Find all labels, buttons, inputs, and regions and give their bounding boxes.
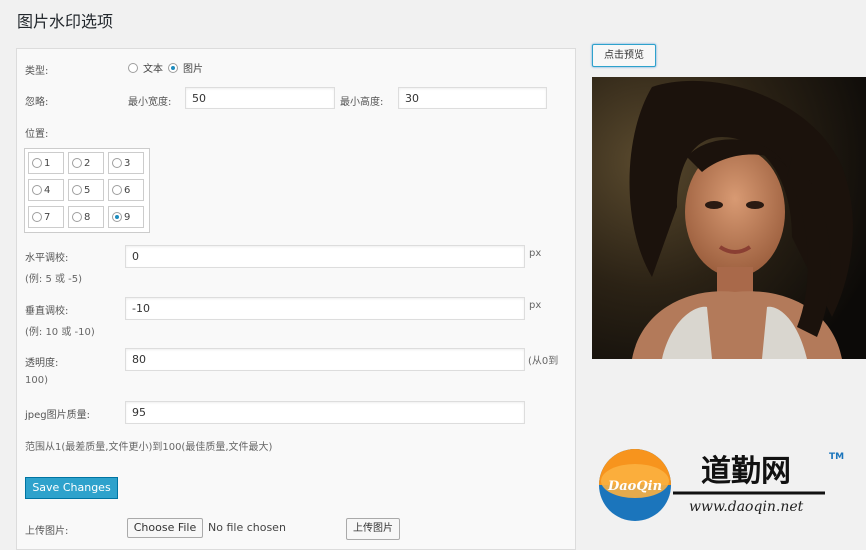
opacity-hint-a: (从0到 [528, 356, 559, 367]
opacity-input[interactable] [125, 348, 525, 371]
position-label-3: 3 [124, 157, 131, 169]
type-radio-image[interactable] [168, 62, 178, 73]
position-radio-6[interactable] [112, 185, 122, 195]
position-label-1: 1 [44, 157, 51, 169]
save-changes-button[interactable]: Save Changes [25, 477, 118, 499]
daoqin-logo-icon: DaoQin 道勤网 TM www.daoqin.net [599, 449, 844, 521]
type-option-text: 文本 [143, 64, 163, 75]
logo-badge-text: DaoQin [607, 479, 662, 494]
position-radio-7[interactable] [32, 212, 42, 222]
upload-label: 上传图片: [25, 526, 69, 537]
v-adjust-hint: (例: 10 或 -10) [25, 327, 95, 338]
logo-url-text: www.daoqin.net [689, 499, 804, 515]
type-radio-text[interactable] [128, 62, 138, 73]
logo-tm: TM [829, 452, 844, 462]
position-radio-3[interactable] [112, 158, 122, 168]
type-label: 类型: [25, 66, 49, 77]
ignore-label: 忽略: [25, 97, 49, 108]
h-adjust-label: 水平调校: [25, 253, 69, 264]
v-adjust-unit: px [529, 300, 542, 311]
position-radio-5[interactable] [72, 185, 82, 195]
position-radio-4[interactable] [32, 185, 42, 195]
h-adjust-hint: (例: 5 或 -5) [25, 274, 83, 285]
position-label: 位置: [25, 129, 49, 140]
position-cell-8[interactable]: 8 [68, 206, 104, 228]
position-cell-5[interactable]: 5 [68, 179, 104, 201]
position-label-6: 6 [124, 184, 131, 196]
upload-image-button[interactable]: 上传图片 [346, 518, 400, 540]
position-cell-4[interactable]: 4 [28, 179, 64, 201]
position-grid: 1 2 3 4 5 6 7 8 9 [24, 148, 150, 233]
preview-button[interactable]: 点击预览 [592, 44, 656, 67]
logo-brand-text: 道勤网 [701, 454, 791, 489]
position-cell-1[interactable]: 1 [28, 152, 64, 174]
opacity-label: 透明度: [25, 358, 59, 369]
position-label-9: 9 [124, 211, 131, 223]
jpeg-quality-label: jpeg图片质量: [25, 410, 90, 421]
position-label-8: 8 [84, 211, 91, 223]
position-cell-2[interactable]: 2 [68, 152, 104, 174]
min-width-label: 最小宽度: [128, 97, 172, 108]
preview-image [592, 77, 866, 359]
position-label-2: 2 [84, 157, 91, 169]
daoqin-logo: DaoQin 道勤网 TM www.daoqin.net [597, 443, 866, 525]
position-label-4: 4 [44, 184, 51, 196]
page-title: 图片水印选项 [17, 12, 114, 31]
position-cell-7[interactable]: 7 [28, 206, 64, 228]
position-radio-1[interactable] [32, 158, 42, 168]
min-height-label: 最小高度: [340, 97, 384, 108]
v-adjust-label: 垂直调校: [25, 306, 69, 317]
position-radio-9[interactable] [112, 212, 122, 222]
position-cell-6[interactable]: 6 [108, 179, 144, 201]
no-file-text: No file chosen [208, 521, 286, 534]
min-width-input[interactable] [185, 87, 335, 109]
jpeg-quality-input[interactable] [125, 401, 525, 424]
min-height-input[interactable] [398, 87, 547, 109]
h-adjust-input[interactable] [125, 245, 525, 268]
position-radio-2[interactable] [72, 158, 82, 168]
position-cell-3[interactable]: 3 [108, 152, 144, 174]
position-cell-9[interactable]: 9 [108, 206, 144, 228]
opacity-hint-b: 100) [25, 375, 48, 386]
v-adjust-input[interactable] [125, 297, 525, 320]
choose-file-button[interactable]: Choose File [127, 518, 203, 538]
position-radio-8[interactable] [72, 212, 82, 222]
type-option-image: 图片 [183, 64, 203, 75]
h-adjust-unit: px [529, 248, 542, 259]
position-label-5: 5 [84, 184, 91, 196]
portrait-photo [592, 77, 866, 359]
jpeg-quality-hint: 范围从1(最差质量,文件更小)到100(最佳质量,文件最大) [25, 442, 273, 453]
position-label-7: 7 [44, 211, 51, 223]
